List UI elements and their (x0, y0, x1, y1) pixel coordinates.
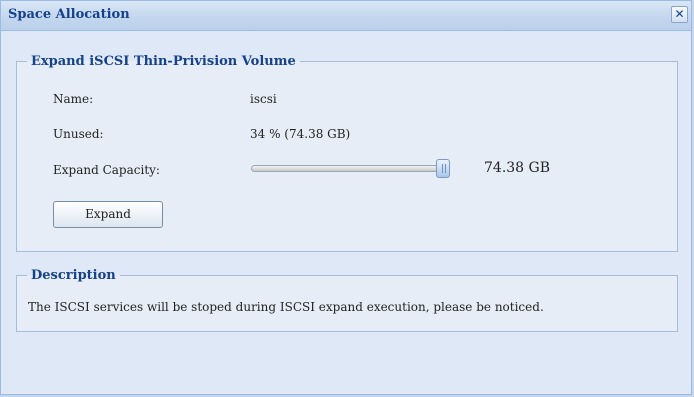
expand-button[interactable]: Expand (53, 201, 163, 228)
window-titlebar[interactable]: Space Allocation ✕ (1, 1, 691, 31)
slider-thumb-grip-icon[interactable] (436, 159, 450, 178)
expand-capacity-label: Expand Capacity: (53, 163, 160, 177)
expand-volume-legend: Expand iSCSI Thin-Privision Volume (31, 54, 296, 69)
capacity-slider-track[interactable] (251, 165, 447, 172)
expand-capacity-value: 74.38 GB (484, 160, 551, 176)
name-value: iscsi (250, 92, 277, 106)
unused-label: Unused: (53, 127, 104, 141)
name-label: Name: (53, 92, 94, 106)
description-text: The ISCSI services will be stoped during… (28, 300, 544, 314)
unused-value: 34 % (74.38 GB) (250, 127, 351, 141)
window-title: Space Allocation (8, 7, 130, 22)
description-legend: Description (31, 268, 116, 283)
close-icon[interactable]: ✕ (671, 6, 688, 23)
